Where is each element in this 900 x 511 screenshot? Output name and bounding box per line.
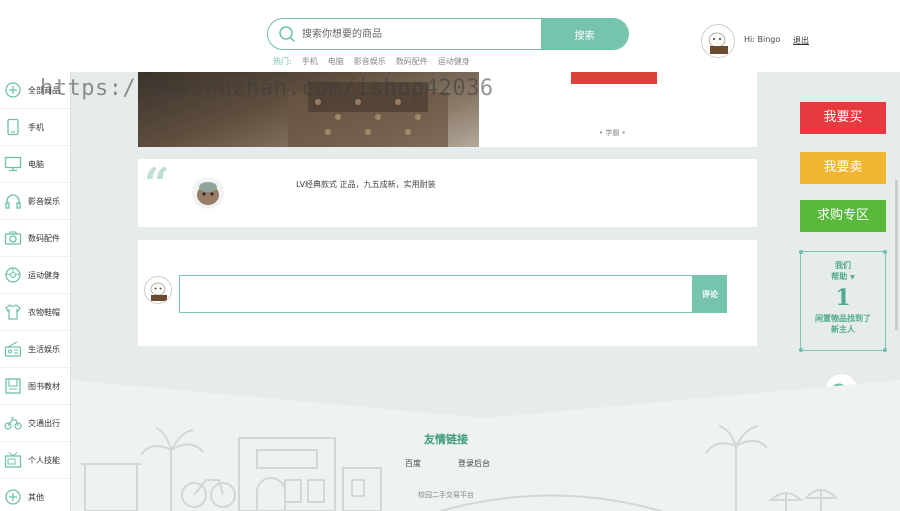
corner-dot	[883, 348, 887, 352]
sidebar-item-label: 交通出行	[28, 418, 60, 428]
sidebar-item-life[interactable]: 生活娱乐	[0, 331, 70, 368]
radio-icon	[4, 341, 22, 357]
phone-icon	[7, 118, 19, 136]
bear-avatar-icon	[146, 278, 171, 303]
footer-copyright: 校园二手交易平台	[418, 491, 474, 499]
helped-counter: 我们 帮助 ▼ 1 闲置物品找到了 新主人	[799, 250, 887, 352]
product-info-panel: • 学霸 •	[479, 72, 757, 147]
helped-bottom-line1: 闲置物品找到了	[815, 313, 871, 323]
hot-label: 热门:	[273, 57, 292, 66]
headphones-icon	[5, 194, 21, 209]
sidebar-item-media[interactable]: 影音娱乐	[0, 183, 70, 220]
book-icon	[5, 378, 21, 394]
helped-top: 我们 帮助 ▼	[801, 260, 885, 283]
comment-card: 评论	[138, 240, 757, 346]
product-photo	[288, 82, 448, 147]
friend-links-title: 友情链接	[424, 433, 468, 446]
quote-icon: “	[144, 159, 170, 210]
sidebar-item-label: 个人技能	[28, 455, 60, 465]
wanted-zone-button[interactable]: 求购专区	[800, 200, 886, 232]
product-image	[138, 72, 479, 147]
ball-icon	[5, 267, 21, 283]
cartoon-avatar-icon	[192, 177, 224, 209]
hot-item-accessories[interactable]: 数码配件	[396, 56, 428, 67]
buy-now-strip[interactable]	[571, 72, 657, 84]
footer-link-baidu[interactable]: 百度	[405, 458, 421, 469]
shirt-icon	[5, 304, 21, 320]
description-card: “ LV经典款式 正品，九五成新，实用耐装	[138, 159, 757, 227]
sidebar-item-phone[interactable]: 手机	[0, 109, 70, 146]
camera-icon	[4, 231, 22, 245]
hot-item-computer[interactable]: 电脑	[328, 56, 344, 67]
corner-dot	[883, 250, 887, 254]
description-text: LV经典款式 正品，九五成新，实用耐装	[296, 180, 436, 189]
search-button[interactable]: 搜索	[541, 19, 628, 49]
search-box: 搜索	[267, 18, 629, 50]
sidebar-item-label: 图书教材	[28, 381, 60, 391]
seller-tag: • 学霸 •	[599, 129, 626, 137]
sidebar-item-label: 影音娱乐	[28, 196, 60, 206]
sidebar-item-label: 手机	[28, 122, 44, 132]
sidebar-item-label: 衣物鞋帽	[28, 307, 60, 317]
logout-link[interactable]: 退出	[793, 35, 809, 46]
tv-icon	[4, 452, 22, 468]
sidebar-item-sports[interactable]: 运动健身	[0, 257, 70, 294]
helped-top-line1: 我们	[835, 260, 851, 270]
sidebar-item-label: 数码配件	[28, 233, 60, 243]
seller-avatar[interactable]	[192, 177, 224, 209]
hot-searches: 热门: 手机 电脑 影音娱乐 数码配件 运动健身	[273, 56, 470, 67]
search-icon	[279, 26, 296, 43]
helped-top-line2: 帮助 ▼	[831, 271, 855, 281]
sidebar-item-clothing[interactable]: 衣物鞋帽	[0, 294, 70, 331]
hot-item-sports[interactable]: 运动健身	[438, 56, 470, 67]
sidebar-item-label: 全部商品	[28, 85, 60, 95]
sidebar-item-other[interactable]: 其他	[0, 479, 70, 511]
sidebar-item-skills[interactable]: 个人技能	[0, 442, 70, 479]
plus-circle-icon	[5, 82, 21, 98]
search-input[interactable]	[302, 19, 542, 49]
helped-bottom-line2: 新主人	[831, 324, 855, 334]
sidebar-item-accessories[interactable]: 数码配件	[0, 220, 70, 257]
caret-down-icon: ▼	[850, 274, 855, 281]
sidebar-item-computer[interactable]: 电脑	[0, 146, 70, 183]
user-greeting: Hi: Bingo	[744, 35, 781, 44]
hot-item-media[interactable]: 影音娱乐	[354, 56, 386, 67]
sidebar-item-label: 电脑	[28, 159, 44, 169]
buy-button[interactable]: 我要买	[800, 102, 886, 134]
header: 搜索 热门: 手机 电脑 影音娱乐 数码配件 运动健身 Hi: Bingo 退出	[0, 0, 900, 72]
sidebar-item-transport[interactable]: 交通出行	[0, 405, 70, 442]
footer-link-admin[interactable]: 登录后台	[458, 458, 490, 469]
helped-count: 1	[835, 285, 851, 311]
corner-dot	[799, 250, 803, 254]
scrollbar[interactable]	[895, 180, 898, 330]
sidebar-item-books[interactable]: 图书教材	[0, 368, 70, 405]
commenter-avatar	[144, 276, 172, 304]
sell-button[interactable]: 我要卖	[800, 152, 886, 184]
helped-bottom: 闲置物品找到了 新主人	[801, 313, 885, 335]
bear-avatar-icon	[703, 26, 734, 57]
comment-button[interactable]: 评论	[693, 275, 727, 313]
plus-circle-icon	[5, 489, 21, 505]
user-avatar[interactable]	[701, 24, 735, 58]
sidebar-item-label: 生活娱乐	[28, 344, 60, 354]
category-sidebar: 全部商品 手机 电脑 影音娱乐 数码配件 运动健身 衣物鞋帽 生活娱乐 图书教材…	[0, 72, 71, 511]
corner-dot	[799, 348, 803, 352]
hot-item-phone[interactable]: 手机	[302, 56, 318, 67]
computer-icon	[4, 156, 22, 172]
sidebar-item-all[interactable]: 全部商品	[0, 72, 70, 109]
sidebar-item-label: 其他	[28, 492, 44, 502]
bike-icon	[4, 417, 22, 430]
comment-input[interactable]	[179, 275, 693, 313]
sidebar-item-label: 运动健身	[28, 270, 60, 280]
